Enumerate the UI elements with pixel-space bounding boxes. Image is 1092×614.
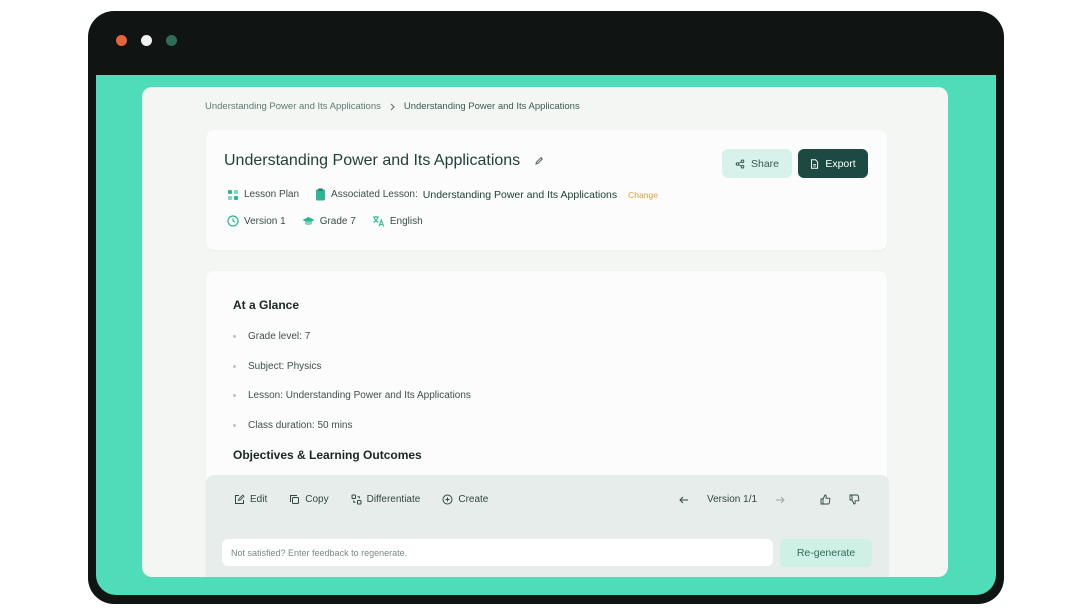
edit-button[interactable]: Edit — [234, 494, 267, 505]
device-frame: Understanding Power and Its Applications… — [88, 11, 1004, 604]
associated-lesson: Understanding Power and Its Applications — [422, 188, 618, 201]
bullet — [233, 394, 236, 397]
document-icon — [810, 158, 819, 169]
close-dot[interactable] — [116, 35, 127, 46]
pencil-icon[interactable] — [534, 156, 544, 166]
export-label: Export — [825, 157, 856, 170]
export-button[interactable]: Export — [798, 149, 868, 178]
thumbs-up-icon[interactable] — [820, 494, 831, 505]
clipboard-icon — [315, 188, 326, 201]
action-toolbar: Edit Copy Differentiate Create Version 1… — [206, 475, 889, 577]
page-title: Understanding Power and Its Applications — [224, 152, 521, 169]
differentiate-icon — [351, 494, 362, 505]
version-label: Version 1 — [244, 215, 286, 227]
maximize-dot[interactable] — [166, 35, 177, 46]
graduation-cap-icon — [302, 216, 315, 227]
create-button[interactable]: Create — [442, 494, 488, 505]
language-label: English — [389, 215, 423, 227]
list-item: Class duration: 50 mins — [233, 420, 353, 431]
window-controls — [116, 35, 177, 46]
list-item: Grade level: 7 — [233, 331, 310, 342]
meta-row-details: Version 1 Grade 7 English — [227, 215, 423, 227]
breadcrumb-current: Understanding Power and Its Applications — [403, 101, 580, 112]
version-meta: Version 1 — [227, 215, 286, 227]
grid-icon — [227, 189, 239, 201]
type-meta: Lesson Plan — [227, 189, 299, 201]
chevron-right-icon — [389, 103, 396, 111]
breadcrumb-parent[interactable]: Understanding Power and Its Applications — [205, 101, 381, 112]
minimize-dot[interactable] — [141, 35, 152, 46]
associated-prefix: Associated Lesson: — [331, 189, 418, 200]
arrow-right-icon[interactable] — [775, 496, 785, 504]
version-indicator: Version 1/1 — [707, 494, 758, 505]
grade-label: Grade 7 — [319, 215, 356, 227]
main-panel: Understanding Power and Its Applications… — [142, 87, 948, 577]
glance-heading: At a Glance — [233, 298, 300, 312]
associated-meta: Associated Lesson: Understanding Power a… — [315, 188, 658, 201]
list-item: Subject: Physics — [233, 361, 321, 372]
type-label: Lesson Plan — [244, 189, 300, 200]
edit-icon — [234, 494, 245, 505]
breadcrumb: Understanding Power and Its Applications… — [205, 101, 580, 112]
header-card: Understanding Power and Its Applications… — [206, 130, 887, 250]
change-link[interactable]: Change — [628, 190, 658, 200]
share-icon — [735, 159, 745, 169]
regenerate-button[interactable]: Re-generate — [780, 539, 872, 567]
bullet — [233, 365, 236, 368]
meta-row-lesson: Lesson Plan Associated Lesson: Understan… — [227, 188, 658, 201]
bullet — [233, 335, 236, 338]
grade-meta: Grade 7 — [302, 216, 356, 227]
feedback-buttons — [820, 494, 860, 505]
differentiate-button[interactable]: Differentiate — [351, 494, 420, 505]
version-switcher: Version 1/1 — [679, 494, 785, 505]
translate-icon — [372, 215, 385, 227]
tool-buttons: Edit Copy Differentiate Create — [234, 494, 488, 505]
copy-icon — [289, 494, 300, 505]
list-item: Lesson: Understanding Power and Its Appl… — [233, 390, 471, 401]
app-screen: Understanding Power and Its Applications… — [96, 75, 996, 595]
bullet — [233, 424, 236, 427]
copy-button[interactable]: Copy — [289, 494, 329, 505]
clock-icon — [227, 215, 239, 227]
plus-circle-icon — [442, 494, 453, 505]
thumbs-down-icon[interactable] — [849, 494, 860, 505]
feedback-input[interactable]: Not satisfied? Enter feedback to regener… — [222, 539, 773, 566]
objectives-heading: Objectives & Learning Outcomes — [233, 448, 422, 462]
language-meta: English — [372, 215, 423, 227]
share-label: Share — [750, 157, 780, 170]
arrow-left-icon[interactable] — [679, 496, 689, 504]
share-button[interactable]: Share — [722, 149, 792, 178]
